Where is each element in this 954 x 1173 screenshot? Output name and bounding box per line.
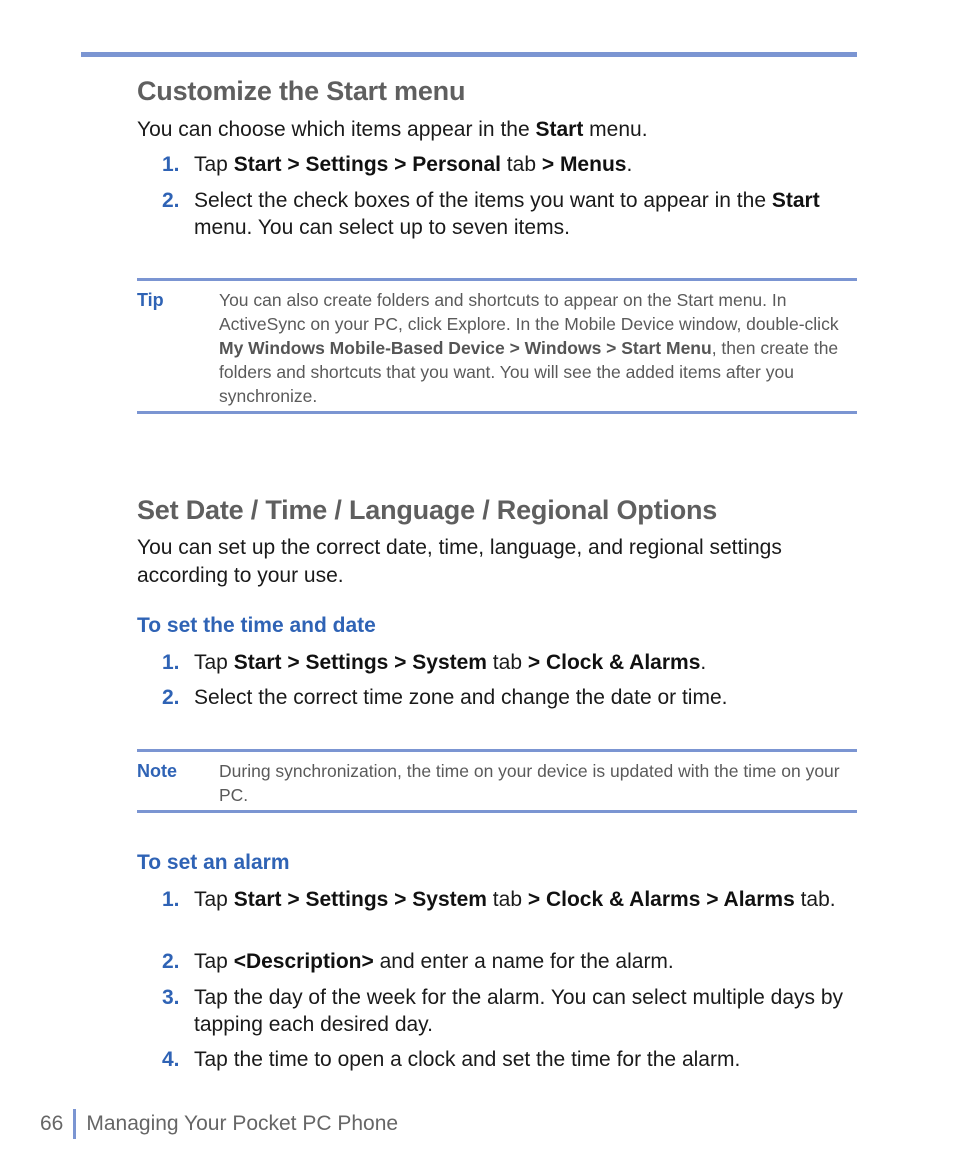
text-run: menu. You can select up to seven items.	[194, 216, 570, 239]
tip-box: Tip You can also create folders and shor…	[137, 278, 857, 414]
bold-text: > Menus	[541, 153, 627, 176]
s2b-step-4: 4. Tap the time to open a clock and set …	[162, 1046, 852, 1073]
footer-divider	[73, 1109, 77, 1139]
text-run: .	[700, 651, 707, 674]
step-text: Select the check boxes of the items you …	[194, 187, 852, 241]
intro-text: You can choose which items appear in the	[137, 118, 536, 141]
intro-text-end: menu.	[583, 118, 648, 141]
text-run: tab	[500, 153, 542, 176]
s2b-step-1: 1. Tap Start > Settings > System tab > C…	[162, 886, 852, 913]
bold-text: <Description>	[233, 950, 374, 973]
text-run: tab	[486, 888, 528, 911]
note-box: Note During synchronization, the time on…	[137, 749, 857, 813]
s1-step-1: 1. Tap Start > Settings > Personal tab >…	[162, 151, 852, 178]
chapter-title: Managing Your Pocket PC Phone	[86, 1112, 399, 1135]
text-run: Tap the time to open a clock and set the…	[194, 1048, 741, 1071]
step-number: 2.	[162, 950, 180, 973]
text-run: Select the check boxes of the items you …	[194, 189, 772, 212]
page-number: 66	[40, 1112, 64, 1135]
bold-text: My Windows Mobile-Based Device > Windows…	[219, 338, 712, 358]
tip-label: Tip	[137, 290, 164, 310]
tip-text: You can also create folders and shortcut…	[219, 288, 859, 408]
text-run: Tap	[194, 888, 234, 911]
step-text: Tap <Description> and enter a name for t…	[194, 948, 852, 975]
step-number: 4.	[162, 1048, 180, 1071]
s2b-step-2: 2. Tap <Description> and enter a name fo…	[162, 948, 852, 975]
step-text: Tap Start > Settings > Personal tab > Me…	[194, 151, 852, 178]
text-run: tab.	[794, 888, 836, 911]
text-run: Select the correct time zone and change …	[194, 686, 728, 709]
subheading-alarm: To set an alarm	[137, 851, 290, 874]
bold-text: > Clock & Alarms > Alarms	[527, 888, 795, 911]
step-text: Tap the time to open a clock and set the…	[194, 1046, 852, 1073]
step-text: Tap the day of the week for the alarm. Y…	[194, 984, 852, 1038]
step-number: 3.	[162, 986, 180, 1009]
step-number: 2.	[162, 686, 180, 709]
bold-text: > Clock & Alarms	[527, 651, 701, 674]
bold-text: Start > Settings > System	[233, 888, 487, 911]
step-number: 1.	[162, 153, 180, 176]
bold-text: Start	[771, 189, 820, 212]
section-title-date-time: Set Date / Time / Language / Regional Op…	[137, 495, 718, 525]
step-number: 1.	[162, 888, 180, 911]
section2-intro: You can set up the correct date, time, l…	[137, 536, 782, 587]
step-text: Tap Start > Settings > System tab > Cloc…	[194, 649, 852, 676]
intro-bold: Start	[535, 118, 584, 141]
text-run: and enter a name for the alarm.	[373, 950, 674, 973]
text-run: Tap	[194, 651, 234, 674]
step-text: Tap Start > Settings > System tab > Cloc…	[194, 886, 852, 913]
bold-text: Start > Settings > System	[233, 651, 487, 674]
text-run: Tap	[194, 153, 234, 176]
s2a-step-2: 2. Select the correct time zone and chan…	[162, 684, 852, 711]
s2b-step-3: 3. Tap the day of the week for the alarm…	[162, 984, 852, 1038]
text-run: You can also create folders and shortcut…	[219, 290, 839, 334]
s2a-step-1: 1. Tap Start > Settings > System tab > C…	[162, 649, 852, 676]
text-run: Tap the day of the week for the alarm. Y…	[194, 986, 844, 1036]
subheading-time-date: To set the time and date	[137, 614, 376, 637]
note-text: During synchronization, the time on your…	[219, 761, 840, 805]
text-run: tab	[486, 651, 528, 674]
bold-text: Start > Settings > Personal	[233, 153, 501, 176]
step-number: 2.	[162, 189, 180, 212]
top-rule	[81, 52, 857, 57]
text-run: Tap	[194, 950, 234, 973]
note-label: Note	[137, 761, 177, 781]
text-run: .	[626, 153, 633, 176]
section-title-customize-start-menu: Customize the Start menu	[137, 76, 466, 106]
s1-step-2: 2. Select the check boxes of the items y…	[162, 187, 852, 241]
section1-intro: You can choose which items appear in the…	[137, 116, 857, 144]
step-number: 1.	[162, 651, 180, 674]
step-text: Select the correct time zone and change …	[194, 684, 852, 711]
page-footer: 66 Managing Your Pocket PC Phone	[40, 1109, 398, 1139]
